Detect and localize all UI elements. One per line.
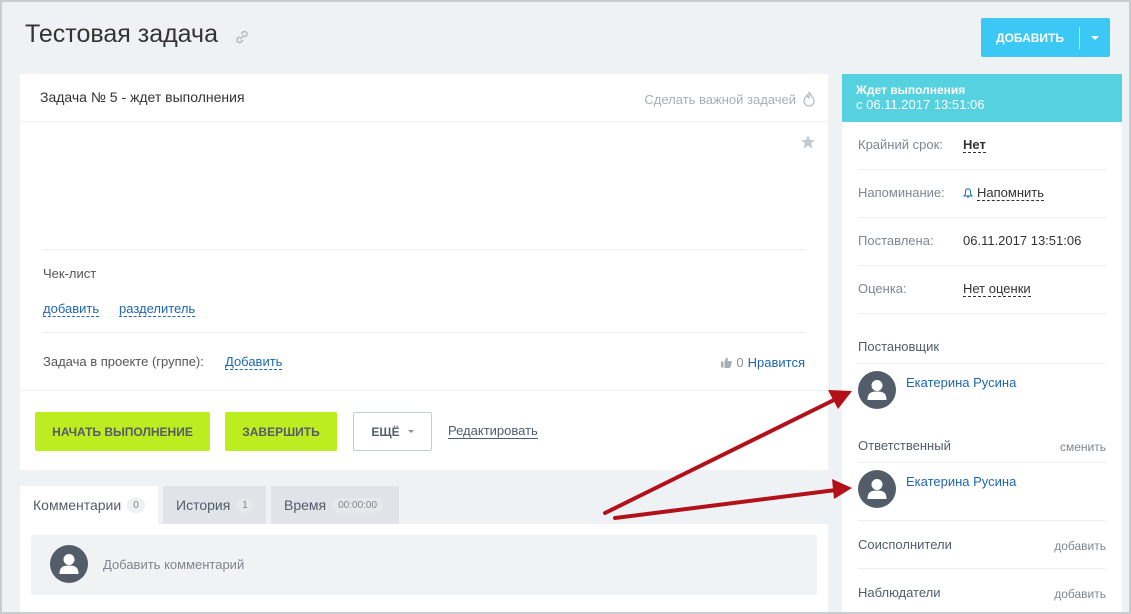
checklist-label: Чек-лист bbox=[43, 266, 97, 281]
responsible-name[interactable]: Екатерина Русина bbox=[906, 474, 1016, 489]
more-button-label[interactable]: ЕЩЁ bbox=[371, 425, 399, 439]
star-icon[interactable] bbox=[800, 134, 816, 150]
tab-comments[interactable]: Комментарии 0 bbox=[20, 486, 158, 524]
created-value: 06.11.2017 13:51:06 bbox=[963, 233, 1082, 248]
divider bbox=[858, 568, 1106, 569]
created-label: Поставлена: bbox=[858, 233, 934, 248]
reminder-label: Напоминание: bbox=[858, 185, 945, 200]
flame-icon[interactable] bbox=[802, 91, 816, 107]
comments-panel: Добавить комментарий bbox=[20, 524, 828, 614]
divider bbox=[858, 520, 1106, 521]
add-dropdown-toggle[interactable] bbox=[1080, 35, 1110, 40]
status-since: с 06.11.2017 13:51:06 bbox=[856, 97, 985, 112]
divider bbox=[43, 249, 805, 250]
deadline-value[interactable]: Нет bbox=[963, 137, 986, 153]
start-task-button[interactable]: НАЧАТЬ ВЫПОЛНЕНИЕ bbox=[35, 412, 210, 451]
annotation-arrow-line bbox=[613, 488, 838, 520]
tab-time[interactable]: Время 00:00:00 bbox=[271, 486, 399, 524]
add-observer-link[interactable]: добавить bbox=[1054, 587, 1106, 601]
reminder-row: Напоминание: Напомнить bbox=[858, 170, 1106, 218]
created-row: Поставлена: 06.11.2017 13:51:06 bbox=[858, 218, 1106, 266]
add-coexecutor-link[interactable]: добавить bbox=[1054, 539, 1106, 553]
reminder-control[interactable]: Напомнить bbox=[963, 185, 1044, 201]
tab-label: Комментарии bbox=[33, 497, 122, 513]
deadline-row: Крайний срок: Нет bbox=[858, 122, 1106, 170]
tab-label: История bbox=[176, 497, 231, 513]
page-title: Тестовая задача bbox=[25, 20, 218, 48]
like-label[interactable]: Нравится bbox=[748, 355, 805, 370]
divider bbox=[858, 363, 1106, 364]
finish-task-button[interactable]: ЗАВЕРШИТЬ bbox=[225, 412, 337, 451]
deadline-label: Крайний срок: bbox=[858, 137, 943, 152]
responsible-person[interactable]: Екатерина Русина bbox=[858, 470, 1016, 508]
responsible-title: Ответственный bbox=[858, 438, 951, 453]
avatar[interactable] bbox=[858, 371, 896, 409]
tab-badge: 1 bbox=[236, 497, 254, 513]
add-comment-placeholder[interactable]: Добавить комментарий bbox=[103, 557, 244, 572]
creator-name[interactable]: Екатерина Русина bbox=[906, 375, 1016, 390]
tab-history[interactable]: История 1 bbox=[163, 486, 266, 524]
link-icon[interactable] bbox=[234, 29, 250, 45]
checklist-separator-link[interactable]: разделитель bbox=[119, 301, 196, 317]
rating-label: Оценка: bbox=[858, 281, 907, 296]
chevron-down-icon bbox=[407, 430, 414, 433]
make-important-link[interactable]: Сделать важной задачей bbox=[644, 92, 796, 107]
tab-badge: 0 bbox=[127, 497, 145, 513]
project-label: Задача в проекте (группе): bbox=[43, 354, 204, 369]
status-label: Ждет выполнения bbox=[856, 83, 966, 97]
observers-title: Наблюдатели bbox=[858, 585, 941, 600]
status-header: Ждет выполнения с 06.11.2017 13:51:06 bbox=[842, 74, 1122, 122]
user-icon bbox=[59, 554, 79, 574]
rating-value[interactable]: Нет оценки bbox=[963, 281, 1031, 297]
add-comment-box[interactable]: Добавить комментарий bbox=[31, 535, 817, 595]
bell-icon bbox=[963, 188, 973, 198]
checklist-add-link[interactable]: добавить bbox=[43, 301, 100, 317]
chevron-down-icon bbox=[1091, 35, 1099, 40]
user-icon bbox=[867, 380, 887, 400]
tab-label: Время bbox=[284, 497, 327, 513]
avatar[interactable] bbox=[858, 470, 896, 508]
divider bbox=[858, 462, 1106, 463]
task-title: Задача № 5 - ждет выполнения bbox=[40, 89, 245, 105]
thumbs-up-icon bbox=[721, 357, 733, 368]
project-add-link[interactable]: Добавить bbox=[225, 354, 283, 370]
task-header: Задача № 5 - ждет выполнения Сделать важ… bbox=[20, 74, 828, 122]
add-button[interactable]: ДОБАВИТЬ bbox=[981, 18, 1110, 57]
edit-link[interactable]: Редактировать bbox=[448, 424, 538, 439]
user-icon bbox=[867, 479, 887, 499]
creator-person[interactable]: Екатерина Русина bbox=[858, 371, 1016, 409]
creator-title: Постановщик bbox=[858, 339, 940, 354]
divider bbox=[43, 332, 805, 333]
more-button[interactable]: ЕЩЁ bbox=[353, 412, 432, 451]
task-sidebar: Ждет выполнения с 06.11.2017 13:51:06 Кр… bbox=[842, 74, 1122, 614]
like-count: 0 bbox=[736, 355, 744, 370]
tab-badge: 00:00:00 bbox=[332, 497, 384, 513]
add-button-label[interactable]: ДОБАВИТЬ bbox=[981, 31, 1079, 45]
task-card: Задача № 5 - ждет выполнения Сделать важ… bbox=[20, 74, 828, 470]
rating-row: Оценка: Нет оценки bbox=[858, 266, 1106, 314]
divider bbox=[20, 390, 828, 391]
change-responsible-link[interactable]: сменить bbox=[1060, 440, 1106, 454]
reminder-link[interactable]: Напомнить bbox=[977, 185, 1044, 201]
avatar bbox=[50, 545, 88, 583]
like-button[interactable]: 0 Нравится bbox=[721, 355, 805, 370]
coexecutors-title: Соисполнители bbox=[858, 537, 952, 552]
